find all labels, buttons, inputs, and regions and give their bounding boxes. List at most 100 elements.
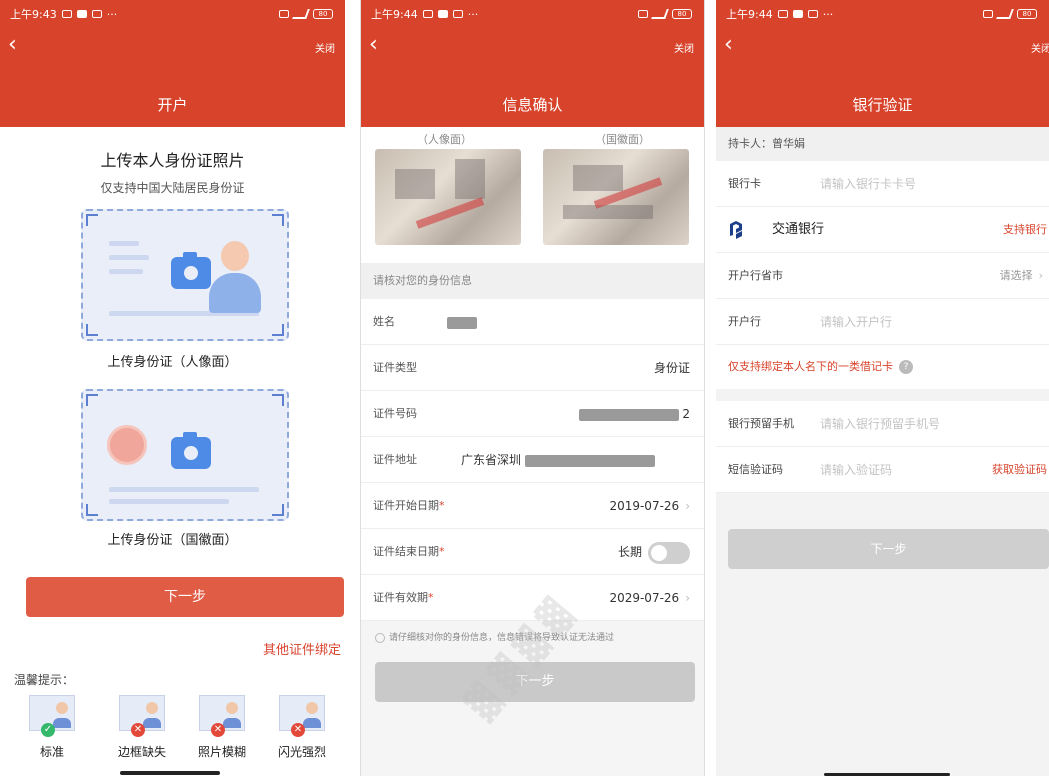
section-title: 请核对您的身份信息 xyxy=(361,263,704,299)
province-select[interactable]: 请选择 xyxy=(1000,269,1033,282)
screen-bank-verify: 上午9:44 ··· 80 ‹ 关闭 银行验证 持卡人：曾华娟 银行卡 请输入银… xyxy=(716,0,1049,776)
tip-standard: ✓ 标准 xyxy=(24,695,80,760)
name-redacted xyxy=(447,316,477,329)
portrait-icon xyxy=(221,241,249,271)
more-icon: ··· xyxy=(467,7,479,21)
page-title: 开户 xyxy=(157,96,188,114)
status-bar: 上午9:44 ··· 80 xyxy=(361,0,704,28)
more-icon: ··· xyxy=(106,7,118,21)
sms-code-input[interactable]: 请输入验证码 xyxy=(820,447,892,493)
next-button[interactable]: 下一步 xyxy=(26,577,344,617)
notification-icon xyxy=(76,10,87,18)
debit-card-note: 仅支持绑定本人名下的一类借记卡? xyxy=(716,345,1049,389)
start-date-value: 2019-07-26 xyxy=(609,499,680,513)
next-button[interactable]: 下一步 xyxy=(728,529,1049,569)
id-back-upload[interactable] xyxy=(81,389,289,521)
help-icon[interactable]: ? xyxy=(899,360,913,374)
close-button[interactable]: 关闭 xyxy=(674,40,694,55)
tip-flash-glare: ✕ 闪光强烈 xyxy=(274,695,330,760)
id-number-value: 2 xyxy=(578,391,690,437)
status-time: 上午9:44 xyxy=(726,8,773,21)
row-name: 姓名 xyxy=(361,299,704,345)
id-front-upload[interactable] xyxy=(81,209,289,341)
row-phone: 银行预留手机 请输入银行预留手机号 xyxy=(716,401,1049,447)
row-bank: 交通银行 支持银行 xyxy=(716,207,1049,253)
status-time: 上午9:44 xyxy=(371,8,418,21)
next-button[interactable]: 下一步 xyxy=(375,662,695,702)
row-start-date[interactable]: 证件开始日期* 2019-07-26 › xyxy=(361,483,704,529)
row-card-number: 银行卡 请输入银行卡卡号 xyxy=(716,161,1049,207)
get-code-button[interactable]: 获取验证码 xyxy=(992,447,1047,493)
alarm-icon xyxy=(422,10,433,18)
row-valid-date[interactable]: 证件有效期* 2029-07-26 › xyxy=(361,575,704,621)
card-number-input[interactable]: 请输入银行卡卡号 xyxy=(820,161,916,207)
signal-icon xyxy=(651,9,669,19)
back-icon[interactable]: ‹ xyxy=(724,32,733,58)
upload-heading: 上传本人身份证照片 xyxy=(100,151,245,170)
app-icon xyxy=(807,10,818,18)
id-type-value: 身份证 xyxy=(653,361,690,375)
tip-missing-border: ✕ 边框缺失 xyxy=(114,695,170,760)
signal-icon xyxy=(292,9,310,19)
phone-input[interactable]: 请输入银行预留手机号 xyxy=(820,401,940,447)
home-indicator xyxy=(120,771,220,775)
vpn-icon xyxy=(983,10,993,18)
front-caption: （人像面） xyxy=(417,133,472,146)
page-title: 银行验证 xyxy=(852,96,913,114)
back-icon[interactable]: ‹ xyxy=(369,32,378,58)
id-back-photo[interactable] xyxy=(543,149,689,245)
bank-panel: 持卡人：曾华娟 银行卡 请输入银行卡卡号 交通银行 支持银行 开户行省市 请选择… xyxy=(716,127,1049,776)
battery-icon: 80 xyxy=(1017,9,1037,19)
tips-title: 温馨提示： xyxy=(14,673,75,687)
more-icon: ··· xyxy=(822,7,834,21)
status-bar: 上午9:43 ··· 80 xyxy=(0,0,345,28)
app-icon xyxy=(452,10,463,18)
header: 上午9:44 ··· 80 ‹ 关闭 银行验证 xyxy=(716,0,1049,127)
page-title: 信息确认 xyxy=(502,96,563,114)
row-province[interactable]: 开户行省市 请选择 › xyxy=(716,253,1049,299)
long-term-toggle[interactable] xyxy=(648,541,690,564)
close-button[interactable]: 关闭 xyxy=(1031,40,1049,55)
upload-subheading: 仅支持中国大陆居民身份证 xyxy=(100,181,245,195)
vpn-icon xyxy=(638,10,648,18)
notification-icon xyxy=(792,10,803,18)
branch-input[interactable]: 请输入开户行 xyxy=(820,299,892,345)
row-id-address: 证件地址 广东省深圳 xyxy=(361,437,704,483)
check-icon: ✓ xyxy=(41,723,55,737)
row-branch: 开户行 请输入开户行 xyxy=(716,299,1049,345)
screen-info-confirm: 上午9:44 ··· 80 ‹ 关闭 信息确认 （人像面） （国徽面） 请核对您… xyxy=(360,0,705,776)
app-icon xyxy=(91,10,102,18)
supported-banks-link[interactable]: 支持银行 xyxy=(1003,207,1047,253)
alarm-icon xyxy=(61,10,72,18)
id-front-photo[interactable] xyxy=(375,149,521,245)
close-button[interactable]: 关闭 xyxy=(315,40,335,55)
header: 上午9:44 ··· 80 ‹ 关闭 信息确认 xyxy=(361,0,704,127)
battery-icon: 80 xyxy=(672,9,692,19)
back-icon[interactable]: ‹ xyxy=(8,32,17,58)
header: 上午9:43 ··· 80 ‹ 关闭 开户 xyxy=(0,0,345,127)
error-icon: ✕ xyxy=(211,723,225,737)
verify-notice: 请仔细核对你的身份信息，信息错误将导致认证无法通过 xyxy=(375,630,614,643)
camera-icon xyxy=(171,252,211,289)
error-icon: ✕ xyxy=(291,723,305,737)
tip-blurry: ✕ 照片模糊 xyxy=(194,695,250,760)
row-sms: 短信验证码 请输入验证码 获取验证码 xyxy=(716,447,1049,493)
signal-icon xyxy=(996,9,1014,19)
agree-radio[interactable] xyxy=(375,632,385,643)
id-back-label: 上传身份证（国徽面） xyxy=(107,533,238,548)
back-caption: （国徽面） xyxy=(595,133,650,146)
id-photos: （人像面） （国徽面） xyxy=(361,127,704,263)
valid-date-value: 2029-07-26 xyxy=(609,591,680,605)
row-id-number: 证件号码 2 xyxy=(361,391,704,437)
end-date-value: 长期 xyxy=(617,545,642,559)
vpn-icon xyxy=(279,10,289,18)
other-id-binding-link[interactable]: 其他证件绑定 xyxy=(263,639,341,658)
id-address-value: 广东省深圳 xyxy=(461,437,656,483)
chevron-right-icon: › xyxy=(685,499,690,513)
error-icon: ✕ xyxy=(131,723,145,737)
chevron-right-icon: › xyxy=(685,591,690,605)
confirm-panel: （人像面） （国徽面） 请核对您的身份信息 姓名 证件类型 身份证 证件号码 2… xyxy=(361,127,704,776)
status-bar: 上午9:44 ··· 80 xyxy=(716,0,1049,28)
cardholder: 持卡人：曾华娟 xyxy=(716,127,1049,161)
camera-icon xyxy=(171,432,211,469)
